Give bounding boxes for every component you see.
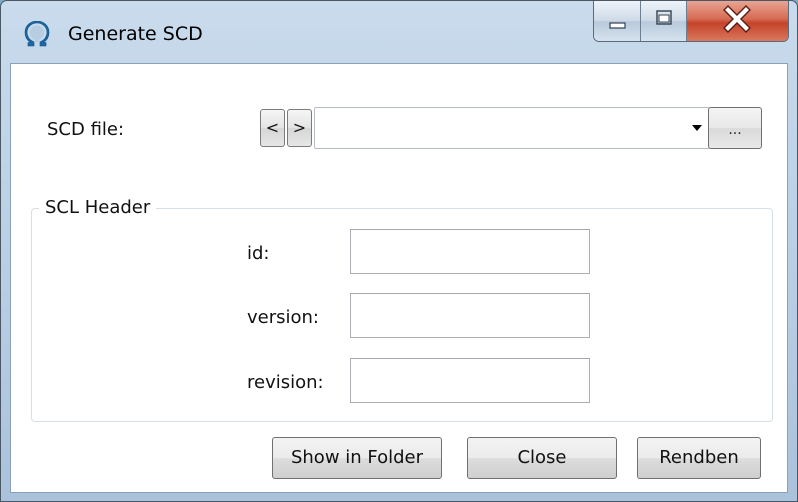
minimize-button[interactable] xyxy=(594,1,640,41)
dialog-client-area: SCD file: < > ... SCL Header id: version… xyxy=(10,63,788,493)
next-file-button[interactable]: > xyxy=(287,109,312,147)
revision-field[interactable] xyxy=(350,358,590,403)
scd-file-label: SCD file: xyxy=(47,119,125,140)
minimize-icon xyxy=(609,22,626,29)
revision-label: revision: xyxy=(247,372,324,393)
id-field[interactable] xyxy=(350,229,590,274)
browse-button[interactable]: ... xyxy=(708,107,762,149)
maximize-icon xyxy=(656,10,672,25)
close-icon xyxy=(723,5,751,33)
title-bar[interactable]: Generate SCD xyxy=(1,1,797,63)
scl-header-legend: SCL Header xyxy=(39,196,157,220)
show-in-folder-button[interactable]: Show in Folder xyxy=(272,437,442,479)
window-title: Generate SCD xyxy=(68,23,203,45)
scd-file-combobox[interactable] xyxy=(314,107,710,149)
id-label: id: xyxy=(247,243,270,264)
generate-scd-dialog: Generate SCD SCD file: < > ... SCL Heade… xyxy=(0,0,798,502)
rendben-button[interactable]: Rendben xyxy=(637,437,761,479)
close-window-button[interactable] xyxy=(686,1,788,41)
omega-icon xyxy=(24,21,50,47)
close-button[interactable]: Close xyxy=(467,437,617,479)
maximize-button[interactable] xyxy=(640,1,686,41)
caption-buttons xyxy=(593,1,789,42)
previous-file-button[interactable]: < xyxy=(260,109,285,147)
version-field[interactable] xyxy=(350,293,590,338)
version-label: version: xyxy=(247,307,319,328)
dropdown-arrow-icon[interactable] xyxy=(692,125,702,131)
